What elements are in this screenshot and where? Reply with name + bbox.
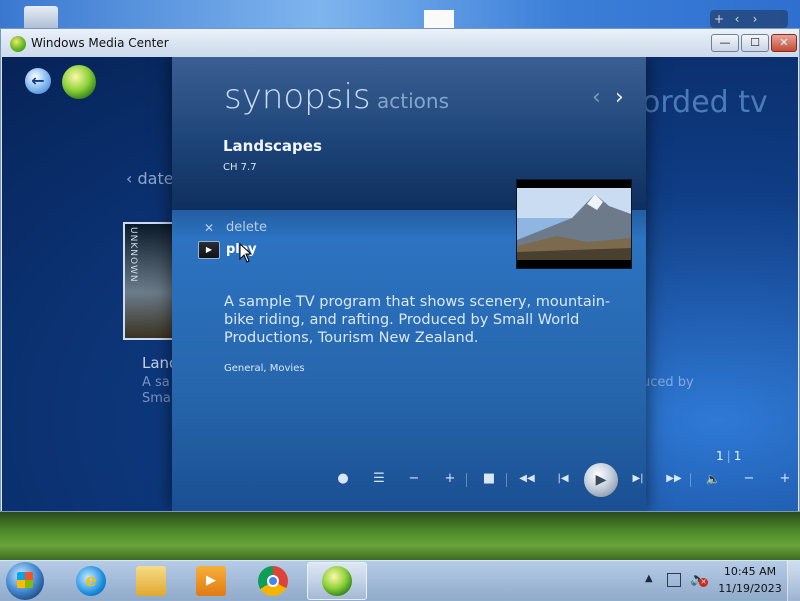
channel-down-button[interactable]: − — [403, 468, 425, 490]
volume-up-button[interactable]: + — [774, 468, 796, 490]
internet-explorer-icon[interactable]: e — [76, 566, 106, 596]
date-sort-link[interactable]: ‹ date — [126, 169, 174, 188]
desktop-background-top: + ‹ › — [0, 0, 800, 28]
minimize-icon: — — [719, 36, 731, 49]
next-item-icon[interactable]: › — [615, 85, 624, 110]
transport-separator — [690, 473, 691, 487]
volume-down-button[interactable]: − — [738, 468, 760, 490]
transport-separator — [506, 473, 507, 487]
record-button[interactable]: ● — [332, 468, 354, 490]
media-center-window: Windows Media Center — ☐ ✕ ← orded tv ‹ … — [0, 28, 800, 512]
window-title: Windows Media Center — [31, 36, 169, 50]
channel-up-button[interactable]: + — [439, 468, 461, 490]
back-arrow-icon: ← — [31, 71, 45, 90]
media-center-taskbar-icon[interactable] — [322, 566, 352, 596]
gadget-add-button[interactable]: + — [710, 10, 728, 28]
mute-button[interactable]: 🔈 — [702, 468, 724, 490]
media-center-start-button[interactable] — [62, 65, 96, 99]
delete-label: delete — [226, 220, 267, 235]
windows-logo-icon — [17, 572, 33, 588]
transport-controls: ● ☰ − + ■ ◀◀ |◀ ▶ ▶| ▶▶ 🔈 − + — [332, 463, 798, 497]
file-explorer-icon[interactable] — [136, 566, 166, 596]
program-genres: General, Movies — [224, 363, 305, 374]
title-bar[interactable]: Windows Media Center — ☐ ✕ — [1, 29, 799, 57]
program-channel: CH 7.7 — [223, 162, 257, 173]
muted-badge-icon: ✕ — [699, 578, 708, 587]
background-item-desc-line: Smal — [142, 391, 175, 406]
previous-item-icon[interactable]: ‹ — [592, 85, 601, 110]
minimize-button[interactable]: — — [711, 34, 739, 52]
tab-synopsis[interactable]: synopsis — [224, 77, 371, 117]
maximize-button[interactable]: ☐ — [741, 34, 769, 52]
chrome-icon[interactable] — [258, 566, 288, 596]
gadget-controls[interactable]: + ‹ › — [710, 10, 788, 28]
show-desktop-button[interactable] — [787, 561, 800, 601]
desktop-background-bottom — [0, 512, 800, 560]
clock-date[interactable]: 11/19/2023 — [718, 582, 782, 595]
media-center-content: ← orded tv ‹ date UNKNOWN Land A sa Smal… — [2, 57, 798, 511]
guide-button[interactable]: ☰ — [368, 468, 390, 490]
recycle-bin-icon[interactable] — [24, 6, 58, 28]
skip-back-button[interactable]: |◀ — [552, 468, 574, 490]
page-total: 1 — [733, 449, 742, 463]
media-player-icon[interactable]: ▶ — [196, 566, 226, 596]
taskbar: e ▶ ▲ 🔈 ✕ 10:45 AM 11/19/2023 — [0, 560, 800, 601]
page-indicator: 1 | 1 — [716, 449, 742, 463]
background-thumbnail-label: UNKNOWN — [128, 227, 138, 283]
background-item-desc-fragment: uced by — [642, 375, 694, 390]
media-center-logo-icon — [10, 36, 26, 52]
show-hidden-icons-icon[interactable]: ▲ — [645, 573, 653, 584]
rewind-button[interactable]: ◀◀ — [516, 468, 538, 490]
mountain-landscape-image — [517, 180, 631, 268]
play-icon: ▶ — [198, 241, 220, 259]
close-button[interactable]: ✕ — [771, 34, 797, 52]
background-item-desc-line: A sa — [142, 375, 170, 390]
skip-forward-button[interactable]: ▶| — [627, 468, 649, 490]
gadget-next-button[interactable]: › — [746, 10, 764, 28]
transport-separator — [466, 473, 467, 487]
close-icon: ✕ — [779, 36, 789, 49]
background-heading: orded tv — [642, 85, 768, 120]
delete-icon: ✕ — [203, 221, 215, 235]
gadget-prev-button[interactable]: ‹ — [728, 10, 746, 28]
stop-button[interactable]: ■ — [478, 468, 500, 490]
start-button[interactable] — [6, 562, 44, 600]
play-pause-button[interactable]: ▶ — [584, 463, 618, 497]
program-description: A sample TV program that shows scenery, … — [224, 294, 611, 346]
maximize-icon: ☐ — [750, 36, 760, 49]
back-button[interactable]: ← — [25, 68, 51, 94]
page-current: 1 — [716, 449, 724, 463]
desktop-file-icon[interactable] — [424, 10, 454, 28]
network-icon[interactable] — [667, 573, 681, 587]
program-title: Landscapes — [223, 137, 322, 155]
clock-time[interactable]: 10:45 AM — [718, 565, 782, 578]
tab-actions[interactable]: actions — [377, 89, 449, 113]
fast-forward-button[interactable]: ▶▶ — [663, 468, 685, 490]
synopsis-panel: synopsis actions ‹ › Landscapes CH 7.7 ✕ — [172, 57, 646, 511]
program-thumbnail — [516, 179, 632, 269]
